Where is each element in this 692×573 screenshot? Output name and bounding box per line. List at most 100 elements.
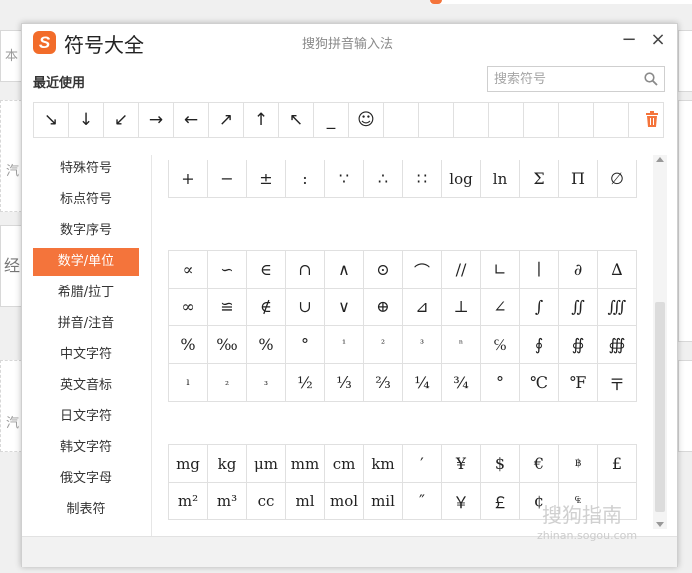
symbol-cell[interactable]: ı bbox=[168, 364, 208, 402]
symbol-cell[interactable]: : bbox=[286, 160, 325, 198]
symbol-cell[interactable]: $ bbox=[481, 444, 520, 483]
symbol-cell[interactable]: + bbox=[168, 160, 208, 198]
symbol-cell[interactable]: % bbox=[168, 326, 208, 364]
symbol-cell[interactable]: kg bbox=[208, 444, 247, 483]
symbol-cell[interactable]: ° bbox=[286, 326, 325, 364]
symbol-cell[interactable]: ± bbox=[247, 160, 286, 198]
symbol-cell[interactable]: ″ bbox=[403, 482, 442, 520]
symbol-cell[interactable]: ∞ bbox=[168, 288, 208, 326]
symbol-cell[interactable]: ∨ bbox=[325, 288, 364, 326]
symbol-cell[interactable]: ′ bbox=[403, 444, 442, 483]
symbol-cell[interactable]: ∰ bbox=[598, 326, 637, 364]
symbol-cell[interactable]: ³ bbox=[403, 326, 442, 364]
symbol-cell[interactable]: ￥ bbox=[442, 482, 481, 520]
symbol-cell[interactable]: // bbox=[442, 250, 481, 289]
sidebar-item[interactable]: 日文字符 bbox=[33, 403, 139, 431]
close-button[interactable]: × bbox=[647, 28, 669, 52]
recent-symbol-cell[interactable]: ↓ bbox=[69, 103, 104, 138]
recent-symbol-cell[interactable]: ☺ bbox=[349, 103, 384, 138]
symbol-cell[interactable]: ∬ bbox=[559, 288, 598, 326]
symbol-cell[interactable]: ∽ bbox=[208, 250, 247, 289]
symbol-cell[interactable]: km bbox=[364, 444, 403, 483]
minimize-button[interactable]: − bbox=[618, 28, 640, 52]
sidebar-item[interactable]: 拼音/注音 bbox=[33, 310, 139, 338]
sidebar-item[interactable]: 数字序号 bbox=[33, 217, 139, 245]
symbol-cell[interactable]: ⊿ bbox=[403, 288, 442, 326]
symbol-cell[interactable]: m³ bbox=[208, 482, 247, 520]
symbol-cell[interactable]: ∯ bbox=[559, 326, 598, 364]
symbol-cell[interactable]: ⅓ bbox=[325, 364, 364, 402]
symbol-cell[interactable]: ∆ bbox=[598, 250, 637, 289]
recent-symbol-cell[interactable]: → bbox=[139, 103, 174, 138]
symbol-cell[interactable]: mol bbox=[325, 482, 364, 520]
symbol-cell[interactable]: ∩ bbox=[286, 250, 325, 289]
sidebar-item[interactable]: 标点符号 bbox=[33, 186, 139, 214]
symbol-cell[interactable]: − bbox=[208, 160, 247, 198]
symbol-cell[interactable]: £ bbox=[598, 444, 637, 483]
search-input[interactable] bbox=[494, 70, 634, 88]
symbol-cell[interactable]: ℅ bbox=[481, 326, 520, 364]
symbol-cell[interactable]: ¥ bbox=[442, 444, 481, 483]
recent-symbol-cell[interactable]: _ bbox=[314, 103, 349, 138]
symbol-cell[interactable]: ≌ bbox=[208, 288, 247, 326]
symbol-cell[interactable]: ∂ bbox=[559, 250, 598, 289]
symbol-cell[interactable]: ₂ bbox=[208, 364, 247, 402]
symbol-cell[interactable]: ⌒ bbox=[403, 250, 442, 289]
recent-symbol-cell[interactable] bbox=[419, 103, 454, 138]
symbol-cell[interactable]: ln bbox=[481, 160, 520, 198]
symbol-cell[interactable]: % bbox=[247, 326, 286, 364]
symbol-cell[interactable]: ∅ bbox=[598, 160, 637, 198]
symbol-cell[interactable]: m² bbox=[168, 482, 208, 520]
symbol-cell[interactable]: ∴ bbox=[364, 160, 403, 198]
recent-symbol-cell[interactable] bbox=[384, 103, 419, 138]
recent-symbol-cell[interactable] bbox=[594, 103, 629, 138]
symbol-cell[interactable]: Π bbox=[559, 160, 598, 198]
symbol-cell[interactable]: mg bbox=[168, 444, 208, 483]
symbol-cell[interactable]: ¼ bbox=[403, 364, 442, 402]
symbol-cell[interactable]: ² bbox=[364, 326, 403, 364]
recent-symbol-cell[interactable]: ↙ bbox=[104, 103, 139, 138]
symbol-cell[interactable]: ⊕ bbox=[364, 288, 403, 326]
title-bar[interactable]: S 符号大全 搜狗拼音输入法 − × bbox=[22, 24, 677, 62]
symbol-cell[interactable]: mil bbox=[364, 482, 403, 520]
recent-symbol-cell[interactable] bbox=[524, 103, 559, 138]
symbol-cell[interactable]: ¾ bbox=[442, 364, 481, 402]
sidebar-item[interactable]: 英文音标 bbox=[33, 372, 139, 400]
scroll-up-arrow[interactable] bbox=[656, 157, 664, 162]
symbol-cell[interactable]: ‰ bbox=[208, 326, 247, 364]
sidebar-item[interactable]: 希腊/拉丁 bbox=[33, 279, 139, 307]
sidebar-item[interactable]: 特殊符号 bbox=[33, 155, 139, 183]
recent-symbol-cell[interactable]: ← bbox=[174, 103, 209, 138]
symbol-cell[interactable]: ∟ bbox=[481, 250, 520, 289]
symbol-cell[interactable]: ¹ bbox=[325, 326, 364, 364]
trash-icon[interactable] bbox=[644, 110, 660, 128]
recent-symbol-cell[interactable]: ↘ bbox=[34, 103, 69, 138]
recent-symbol-cell[interactable]: ↗ bbox=[209, 103, 244, 138]
scroll-down-arrow[interactable] bbox=[656, 522, 664, 527]
recent-symbol-cell[interactable]: ↑ bbox=[244, 103, 279, 138]
sidebar-item[interactable]: 数学/单位 bbox=[33, 248, 139, 276]
symbol-cell[interactable]: ∷ bbox=[403, 160, 442, 198]
symbol-cell[interactable]: μm bbox=[247, 444, 286, 483]
recent-symbol-cell[interactable] bbox=[454, 103, 489, 138]
symbol-cell[interactable]: ∈ bbox=[247, 250, 286, 289]
symbol-cell[interactable]: ∵ bbox=[325, 160, 364, 198]
symbol-cell[interactable]: ฿ bbox=[559, 444, 598, 483]
symbol-cell[interactable]: ℃ bbox=[520, 364, 559, 402]
sidebar-item[interactable]: 韩文字符 bbox=[33, 434, 139, 462]
recent-symbol-cell[interactable]: ↖ bbox=[279, 103, 314, 138]
symbol-cell[interactable]: cm bbox=[325, 444, 364, 483]
symbol-cell[interactable]: ⊥ bbox=[442, 288, 481, 326]
symbol-cell[interactable]: cc bbox=[247, 482, 286, 520]
sidebar-item[interactable]: 中文字符 bbox=[33, 341, 139, 369]
symbol-cell[interactable]: Σ bbox=[520, 160, 559, 198]
symbol-cell[interactable]: ° bbox=[481, 364, 520, 402]
scrollbar[interactable] bbox=[653, 155, 667, 529]
symbol-cell[interactable]: ml bbox=[286, 482, 325, 520]
recent-symbol-cell[interactable] bbox=[559, 103, 594, 138]
symbol-cell[interactable]: 〒 bbox=[598, 364, 637, 402]
symbol-cell[interactable]: ∪ bbox=[286, 288, 325, 326]
symbol-cell[interactable]: ∮ bbox=[520, 326, 559, 364]
symbol-cell[interactable]: mm bbox=[286, 444, 325, 483]
symbol-cell[interactable]: ∣ bbox=[520, 250, 559, 289]
